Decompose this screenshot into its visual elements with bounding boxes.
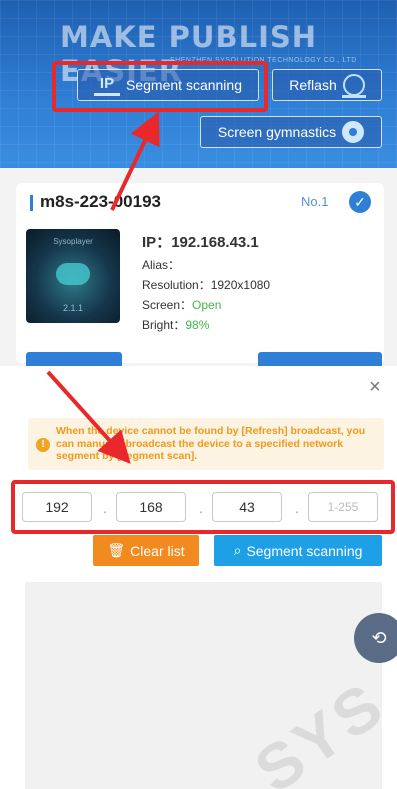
device-card[interactable]: m8s-223-00193 No.1 ✓ Sysoplayer 2.1.1 IP… <box>16 183 384 363</box>
warning-icon: ! <box>36 438 50 452</box>
device-thumbnail: Sysoplayer 2.1.1 <box>26 229 120 323</box>
ip-separator: . <box>103 500 107 516</box>
cloud-icon <box>56 263 90 285</box>
ip-octet-1-input[interactable]: 192 <box>22 492 92 522</box>
device-ip-row: IP：192.168.43.1 <box>142 233 270 253</box>
refresh-icon <box>341 74 366 98</box>
ip-octet-3-input[interactable]: 43 <box>212 492 282 522</box>
screen-gymnastics-button[interactable]: Screen gymnastics <box>200 116 382 148</box>
ip-value: 192.168.43.1 <box>171 234 259 251</box>
close-icon[interactable]: × <box>369 376 381 399</box>
clear-list-button[interactable]: 🗑 Clear list <box>93 535 199 566</box>
reflash-label: Reflash <box>289 77 337 93</box>
ip-separator: . <box>199 500 203 516</box>
reflash-button[interactable]: Reflash <box>272 69 382 101</box>
card-action-button-right[interactable] <box>258 352 382 366</box>
segment-scanning-submit-label: Segment scanning <box>246 542 363 559</box>
gear-icon <box>342 121 365 143</box>
floating-share-button[interactable]: ⟲ <box>354 613 397 663</box>
ip-label: IP： <box>142 234 172 251</box>
segment-scanning-label: Segment scanning <box>126 77 242 93</box>
screen-row: Screen：Open <box>142 295 270 315</box>
company-name: SHENZHEN SYSOLUTION TECHNOLOGY CO., LTD <box>170 57 357 64</box>
alias-row: Alias： <box>142 255 270 275</box>
bright-label: Bright： <box>142 318 186 332</box>
resolution-row: Resolution：1920x1080 <box>142 275 270 295</box>
clear-list-label: Clear list <box>130 542 185 559</box>
ip-octet-2-input[interactable]: 168 <box>116 492 186 522</box>
resolution-label: Resolution： <box>142 278 211 292</box>
title-accent-bar <box>30 195 33 211</box>
selected-check-icon[interactable]: ✓ <box>349 191 371 213</box>
ip-octet-4-input[interactable]: 1-255 <box>308 492 378 522</box>
bright-row: Bright：98% <box>142 315 270 335</box>
ip-segment-inputs: 192 . 168 . 43 . 1-255 <box>22 492 386 522</box>
screen-value: Open <box>192 298 222 312</box>
trash-icon: 🗑 <box>107 542 126 558</box>
app-header: MAKE PUBLISH EASIER SHENZHEN SYSOLUTION … <box>0 0 397 168</box>
bright-value: 98% <box>185 318 210 332</box>
screen-label: Screen： <box>142 298 193 312</box>
card-action-button-left[interactable] <box>26 352 122 366</box>
device-name: m8s-223-00193 <box>40 192 161 211</box>
alias-label: Alias： <box>142 258 181 272</box>
device-number: No.1 <box>301 194 329 209</box>
tip-banner: ! When the device cannot be found by [Re… <box>28 418 384 470</box>
ip-icon: IP <box>94 74 121 96</box>
screen-gymnastics-label: Screen gymnastics <box>217 124 337 140</box>
resolution-value: 1920x1080 <box>210 278 271 292</box>
segment-scanning-submit-button[interactable]: ⌕ Segment scanning <box>214 535 382 566</box>
search-icon: ⌕ <box>233 542 242 558</box>
device-info: IP：192.168.43.1 Alias： Resolution：1920x1… <box>142 233 270 335</box>
tip-text: When the device cannot be found by [Refr… <box>56 425 366 462</box>
segment-scanning-button[interactable]: IP Segment scanning <box>77 69 259 101</box>
ip-separator: . <box>295 500 299 516</box>
thumbnail-app-name: Sysoplayer <box>53 237 93 246</box>
thumbnail-version: 2.1.1 <box>62 303 84 313</box>
